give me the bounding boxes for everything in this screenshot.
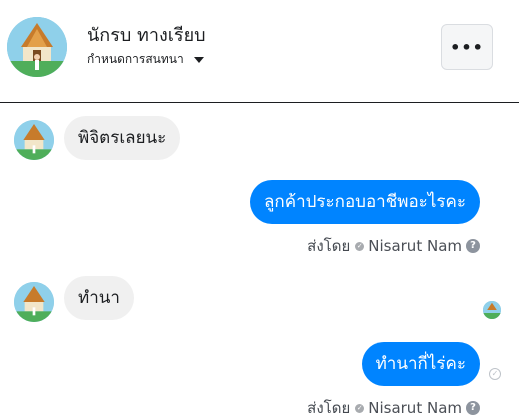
sender-name[interactable]: Nisarut Nam — [368, 399, 462, 417]
help-icon[interactable]: ? — [466, 401, 480, 415]
message-bubble-outgoing[interactable]: ทำนากี่ไร่คะ — [361, 342, 480, 386]
sent-by-label: ส่งโดย — [307, 237, 351, 255]
sent-by-status: ส่งโดย ✓ Nisarut Nam ? — [307, 396, 480, 420]
sender-name[interactable]: Nisarut Nam — [368, 237, 462, 255]
message-bubble-incoming[interactable]: ทำนา — [64, 276, 134, 320]
subtitle-text: กำหนดการสนทนา — [87, 52, 184, 66]
message-bubble-outgoing[interactable]: ลูกค้าประกอบอาชีพอะไรคะ — [250, 180, 480, 224]
message-bubble-incoming[interactable]: พิจิตรเลยนะ — [64, 116, 181, 160]
seen-avatar — [483, 301, 501, 319]
conversation-settings-label[interactable]: กำหนดการสนทนา — [87, 50, 204, 69]
conversation-header: นักรบ ทางเรียบ กำหนดการสนทนา ••• — [0, 0, 519, 103]
sent-by-status: ส่งโดย ✓ Nisarut Nam ? — [307, 234, 480, 258]
more-options-button[interactable]: ••• — [441, 24, 493, 70]
sent-by-label: ส่งโดย — [307, 399, 351, 417]
more-dots-icon: ••• — [450, 37, 484, 57]
contact-avatar[interactable] — [7, 17, 67, 77]
sender-avatar[interactable] — [14, 120, 54, 160]
check-icon: ✓ — [355, 241, 365, 251]
check-icon: ✓ — [355, 403, 365, 413]
sender-avatar[interactable] — [14, 282, 54, 322]
caret-down-icon[interactable] — [193, 56, 204, 63]
help-icon[interactable]: ? — [466, 239, 480, 253]
sent-check-icon: ✓ — [489, 368, 501, 380]
contact-name[interactable]: นักรบ ทางเรียบ — [87, 20, 206, 49]
